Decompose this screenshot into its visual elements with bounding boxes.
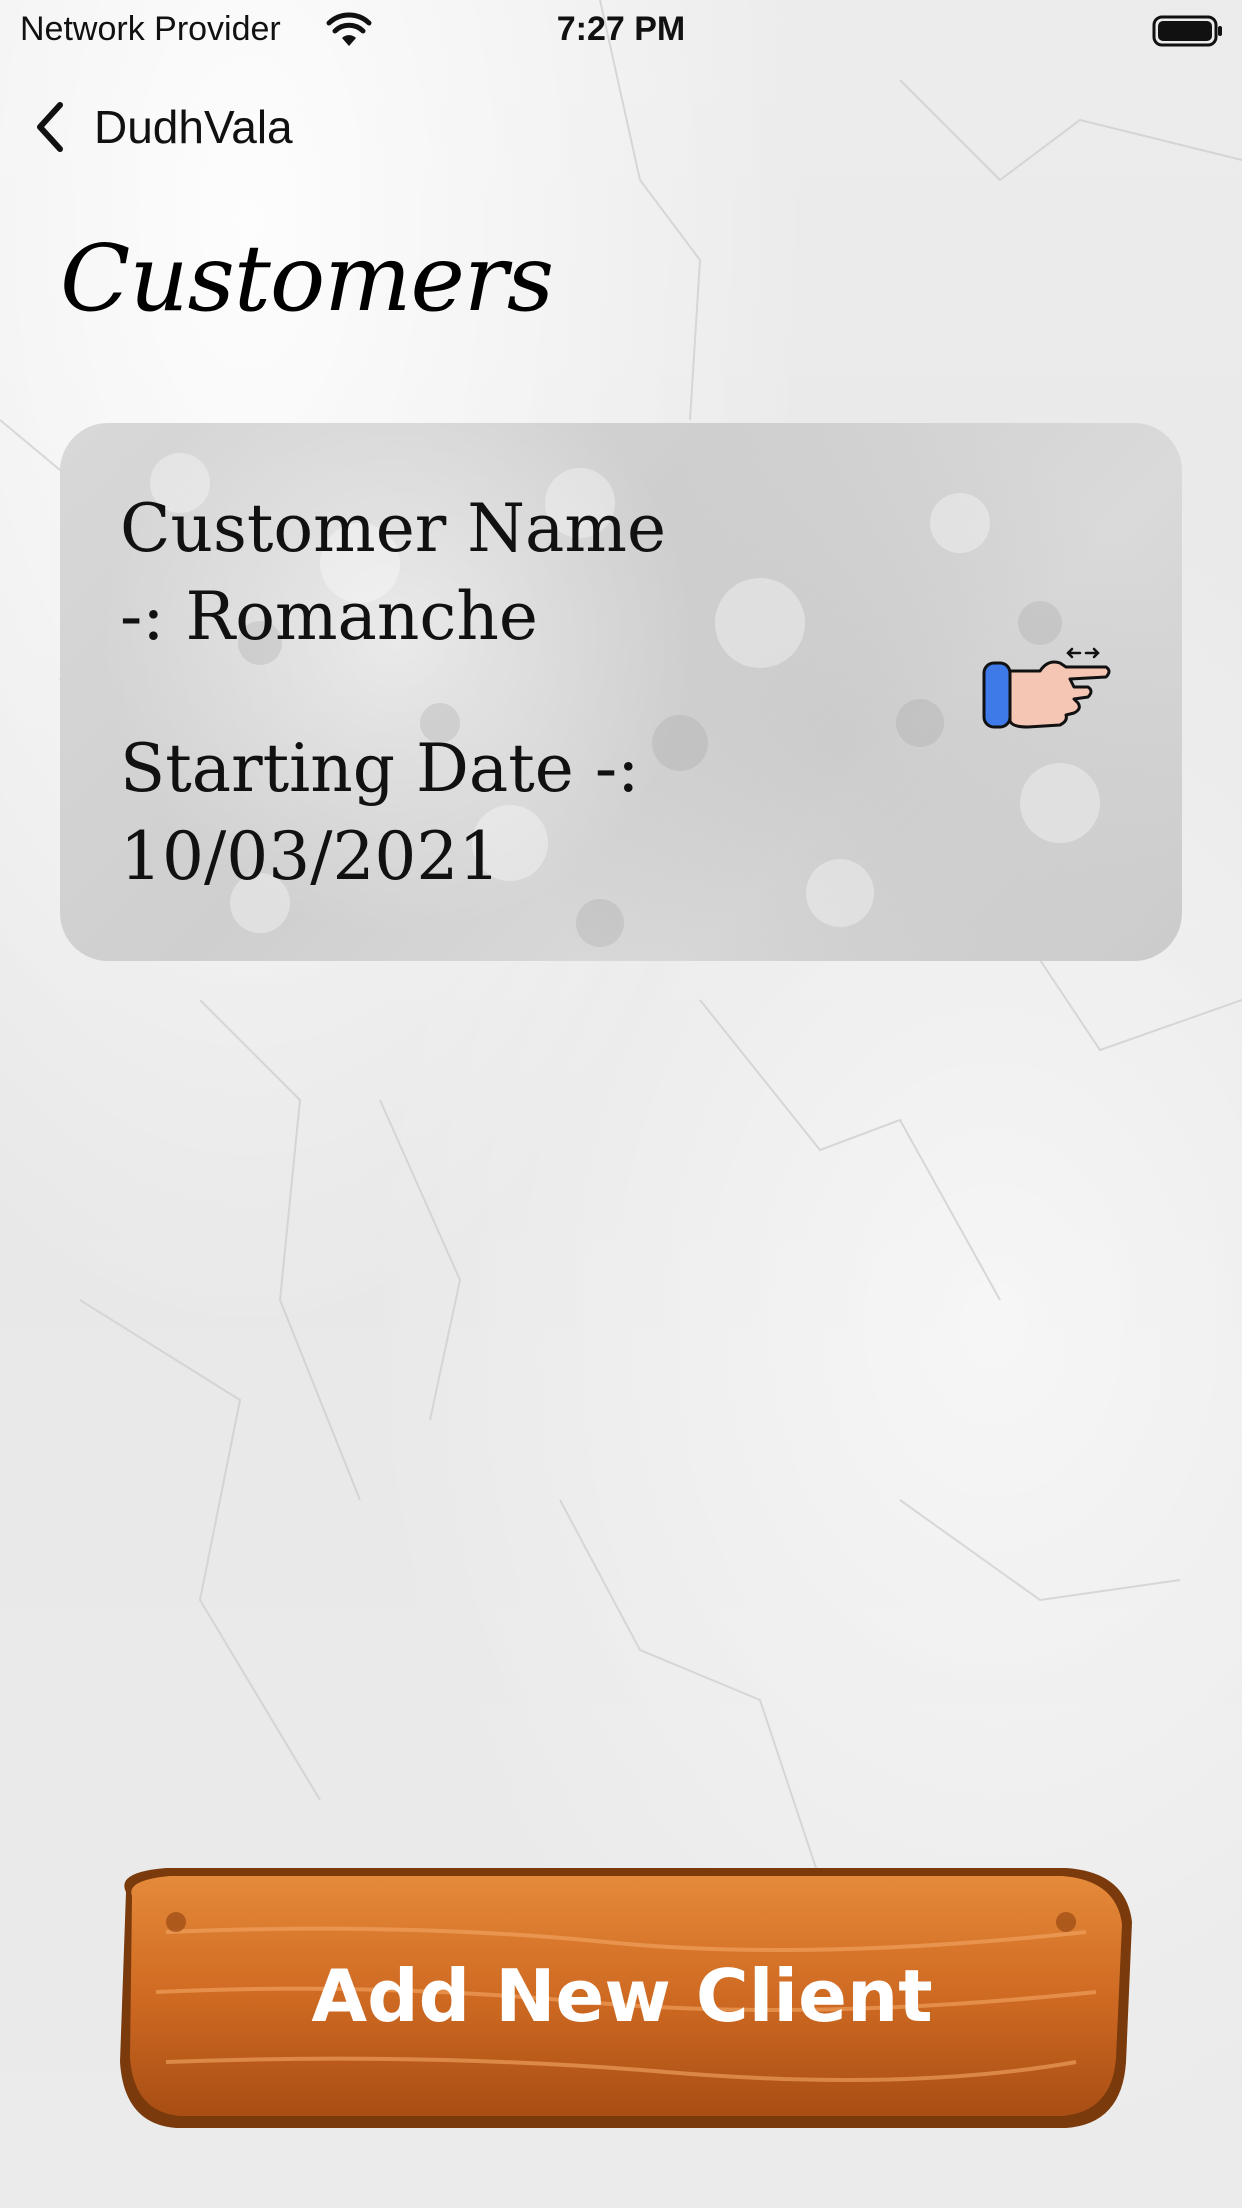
page-title: Customers <box>60 225 554 332</box>
customer-name-value: -: Romanche <box>120 578 538 655</box>
customer-name-block: Customer Name -: Romanche <box>120 485 666 661</box>
clock: 7:27 PM <box>556 10 686 48</box>
back-button[interactable]: DudhVala <box>30 95 293 159</box>
customer-card[interactable]: Customer Name -: Romanche Starting Date … <box>60 423 1182 961</box>
status-bar: Network Provider 7:27 PM <box>0 0 1242 64</box>
battery-icon <box>1152 15 1222 47</box>
add-new-client-button[interactable]: Add New Client <box>106 1862 1138 2134</box>
swipe-hand-icon <box>982 647 1111 729</box>
starting-date-block: Starting Date -: 10/03/2021 <box>120 725 639 901</box>
chevron-left-icon <box>37 102 63 152</box>
add-new-client-label: Add New Client <box>311 1954 933 2038</box>
customer-name-label: Customer Name <box>120 490 667 567</box>
starting-date-label: Starting Date -: <box>120 730 640 807</box>
starting-date-value: 10/03/2021 <box>120 818 501 895</box>
back-label: DudhVala <box>94 101 293 153</box>
